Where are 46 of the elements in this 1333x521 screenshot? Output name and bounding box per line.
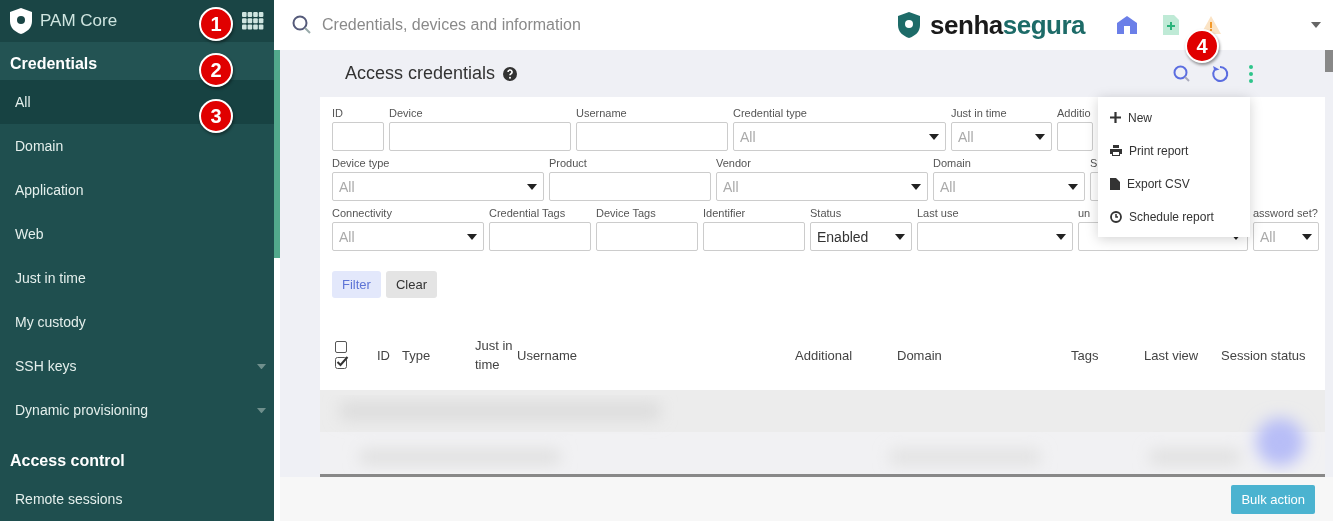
field-label: assword set? — [1253, 207, 1318, 221]
field-label: S — [1090, 157, 1098, 171]
column-header: ID — [377, 346, 391, 365]
column-header: Type — [402, 346, 432, 365]
column-header: Username — [517, 346, 578, 365]
column-header: Just in time — [475, 337, 514, 374]
column-header: Additional — [795, 346, 854, 365]
field-label: Username — [576, 107, 627, 121]
field-label: ID — [332, 107, 343, 121]
field-label: Last use — [917, 207, 959, 221]
menu-item[interactable]: Export CSV — [1098, 167, 1250, 200]
clear-button[interactable]: Clear — [385, 271, 437, 298]
field-label: Product — [549, 157, 587, 171]
sidebar-item[interactable]: Remote sessions — [0, 477, 274, 521]
select-field[interactable]: Enabled — [810, 222, 912, 251]
menu-item[interactable]: Schedule report — [1098, 200, 1250, 233]
column-header: Tags — [1071, 346, 1100, 365]
field-label: Identifier — [703, 207, 746, 221]
field-label: Just in time — [951, 107, 1007, 121]
column-header: Domain — [897, 346, 943, 365]
field-label: Device Tags — [596, 207, 656, 221]
field-label: Credential type — [733, 107, 807, 121]
menu-item[interactable]: New — [1098, 101, 1250, 134]
menu-item[interactable]: Print report — [1098, 134, 1250, 167]
section-title: Access control — [9, 451, 126, 471]
field-label: Additio — [1057, 107, 1091, 121]
field-label: Vendor — [716, 157, 751, 171]
sidebar-item[interactable]: Dynamic provisioning — [0, 388, 274, 433]
brand-logo: senhasegura — [930, 9, 1085, 41]
field-label: Domain — [933, 157, 971, 171]
column-header: Session status — [1221, 346, 1307, 365]
field-label: Credential Tags — [489, 207, 566, 221]
sidebar-item[interactable]: SSH keys — [0, 344, 274, 389]
sidebar-item[interactable]: Web — [0, 212, 274, 257]
field-label: Connectivity — [332, 207, 392, 221]
column-header: Last view — [1144, 346, 1200, 365]
field-label: Device type — [332, 157, 390, 171]
search-field[interactable]: Credentials, devices and information — [322, 16, 889, 34]
sidebar-item[interactable]: Just in time — [0, 256, 274, 301]
product-name: PAM Core — [40, 10, 118, 31]
field-label: Device — [389, 107, 423, 121]
field-label: Status — [810, 207, 842, 221]
page-title: Access credentials — [345, 63, 496, 84]
sidebar-item[interactable]: My custody — [0, 300, 274, 345]
sidebar-item[interactable]: Application — [0, 168, 274, 213]
field-label: un — [1078, 207, 1091, 221]
